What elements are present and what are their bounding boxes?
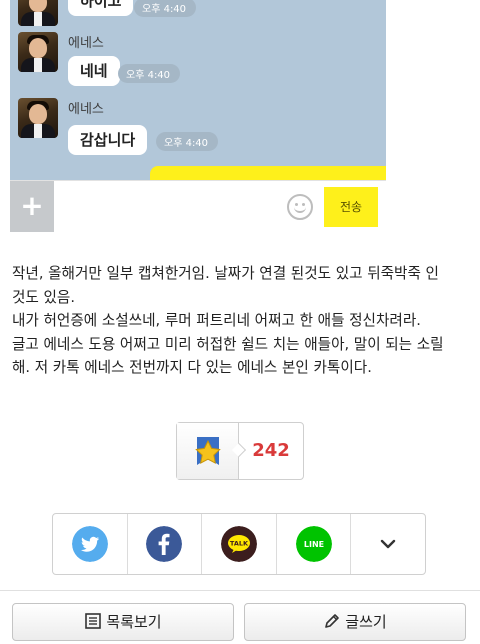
kakaotalk-icon: TALK xyxy=(220,526,257,562)
recommend-button[interactable]: 242 xyxy=(176,422,304,480)
share-more-button[interactable] xyxy=(351,514,425,574)
article-line: 내가 허언증에 소설쓰네, 루머 퍼트리네 어쩌고 한 애들 정신차려라. xyxy=(12,312,421,330)
article-line: 작년, 올해거만 일부 캡쳐한거임. 날짜가 연결 된것도 있고 뒤죽박죽 인 xyxy=(12,265,439,282)
emoticon-icon xyxy=(287,194,313,220)
send-button: 전송 xyxy=(324,187,378,227)
avatar xyxy=(18,0,58,26)
article-line: 글고 에네스 도용 어쩌고 미리 허접한 쉴드 치는 애들아, 말이 되는 소릴 xyxy=(12,335,444,353)
article-body: 작년, 올해거만 일부 캡쳐한거임. 날짜가 연결 된것도 있고 뒤죽박죽 인 … xyxy=(12,262,472,380)
list-view-label: 목록보기 xyxy=(106,613,162,631)
write-label: 글쓰기 xyxy=(345,613,387,631)
line-icon: LINE xyxy=(295,526,332,562)
chat-input-bar: + 전송 xyxy=(10,180,386,232)
article-line: 것도 있음. xyxy=(12,288,75,306)
star-icon xyxy=(195,437,221,465)
message-time: 오후 4:40 xyxy=(156,132,219,151)
share-line-button[interactable]: LINE xyxy=(277,514,352,574)
share-facebook-button[interactable] xyxy=(128,514,203,574)
recommend-icon-area[interactable] xyxy=(177,423,239,479)
list-view-button[interactable]: 목록보기 xyxy=(12,603,234,641)
write-button[interactable]: 글쓰기 xyxy=(244,603,466,641)
kakaotalk-label: TALK xyxy=(230,540,249,548)
recommend-count: 242 xyxy=(252,440,290,461)
avatar xyxy=(18,32,58,72)
message-bubble: 네네 xyxy=(68,56,120,86)
chevron-down-icon xyxy=(380,539,396,549)
message-time: 오후 4:40 xyxy=(118,64,181,83)
share-twitter-button[interactable] xyxy=(53,514,128,574)
message-bubble: 하이고 xyxy=(68,0,134,16)
sender-name: 에네스 xyxy=(68,36,104,51)
sender-name: 에네스 xyxy=(68,102,104,117)
list-icon xyxy=(85,613,102,629)
line-label: LINE xyxy=(303,540,323,549)
share-kakaotalk-button[interactable]: TALK xyxy=(202,514,277,574)
avatar xyxy=(18,98,58,138)
plus-button: + xyxy=(10,181,54,232)
message-bubble: 감삽니다 xyxy=(68,125,148,155)
pencil-icon xyxy=(325,614,340,628)
divider xyxy=(0,590,480,591)
message-time: 오후 4:40 xyxy=(134,0,197,17)
facebook-icon xyxy=(146,526,183,562)
twitter-icon xyxy=(71,526,108,562)
article-line: 해. 저 카톡 에네스 전번까지 다 있는 에네스 본인 카톡이다. xyxy=(12,359,372,377)
share-bar: TALK LINE xyxy=(52,513,426,575)
chat-screenshot-image: 하이고 오후 4:40 에네스 네네 오후 4:40 에네스 감삽니다 오후 4… xyxy=(10,0,386,232)
